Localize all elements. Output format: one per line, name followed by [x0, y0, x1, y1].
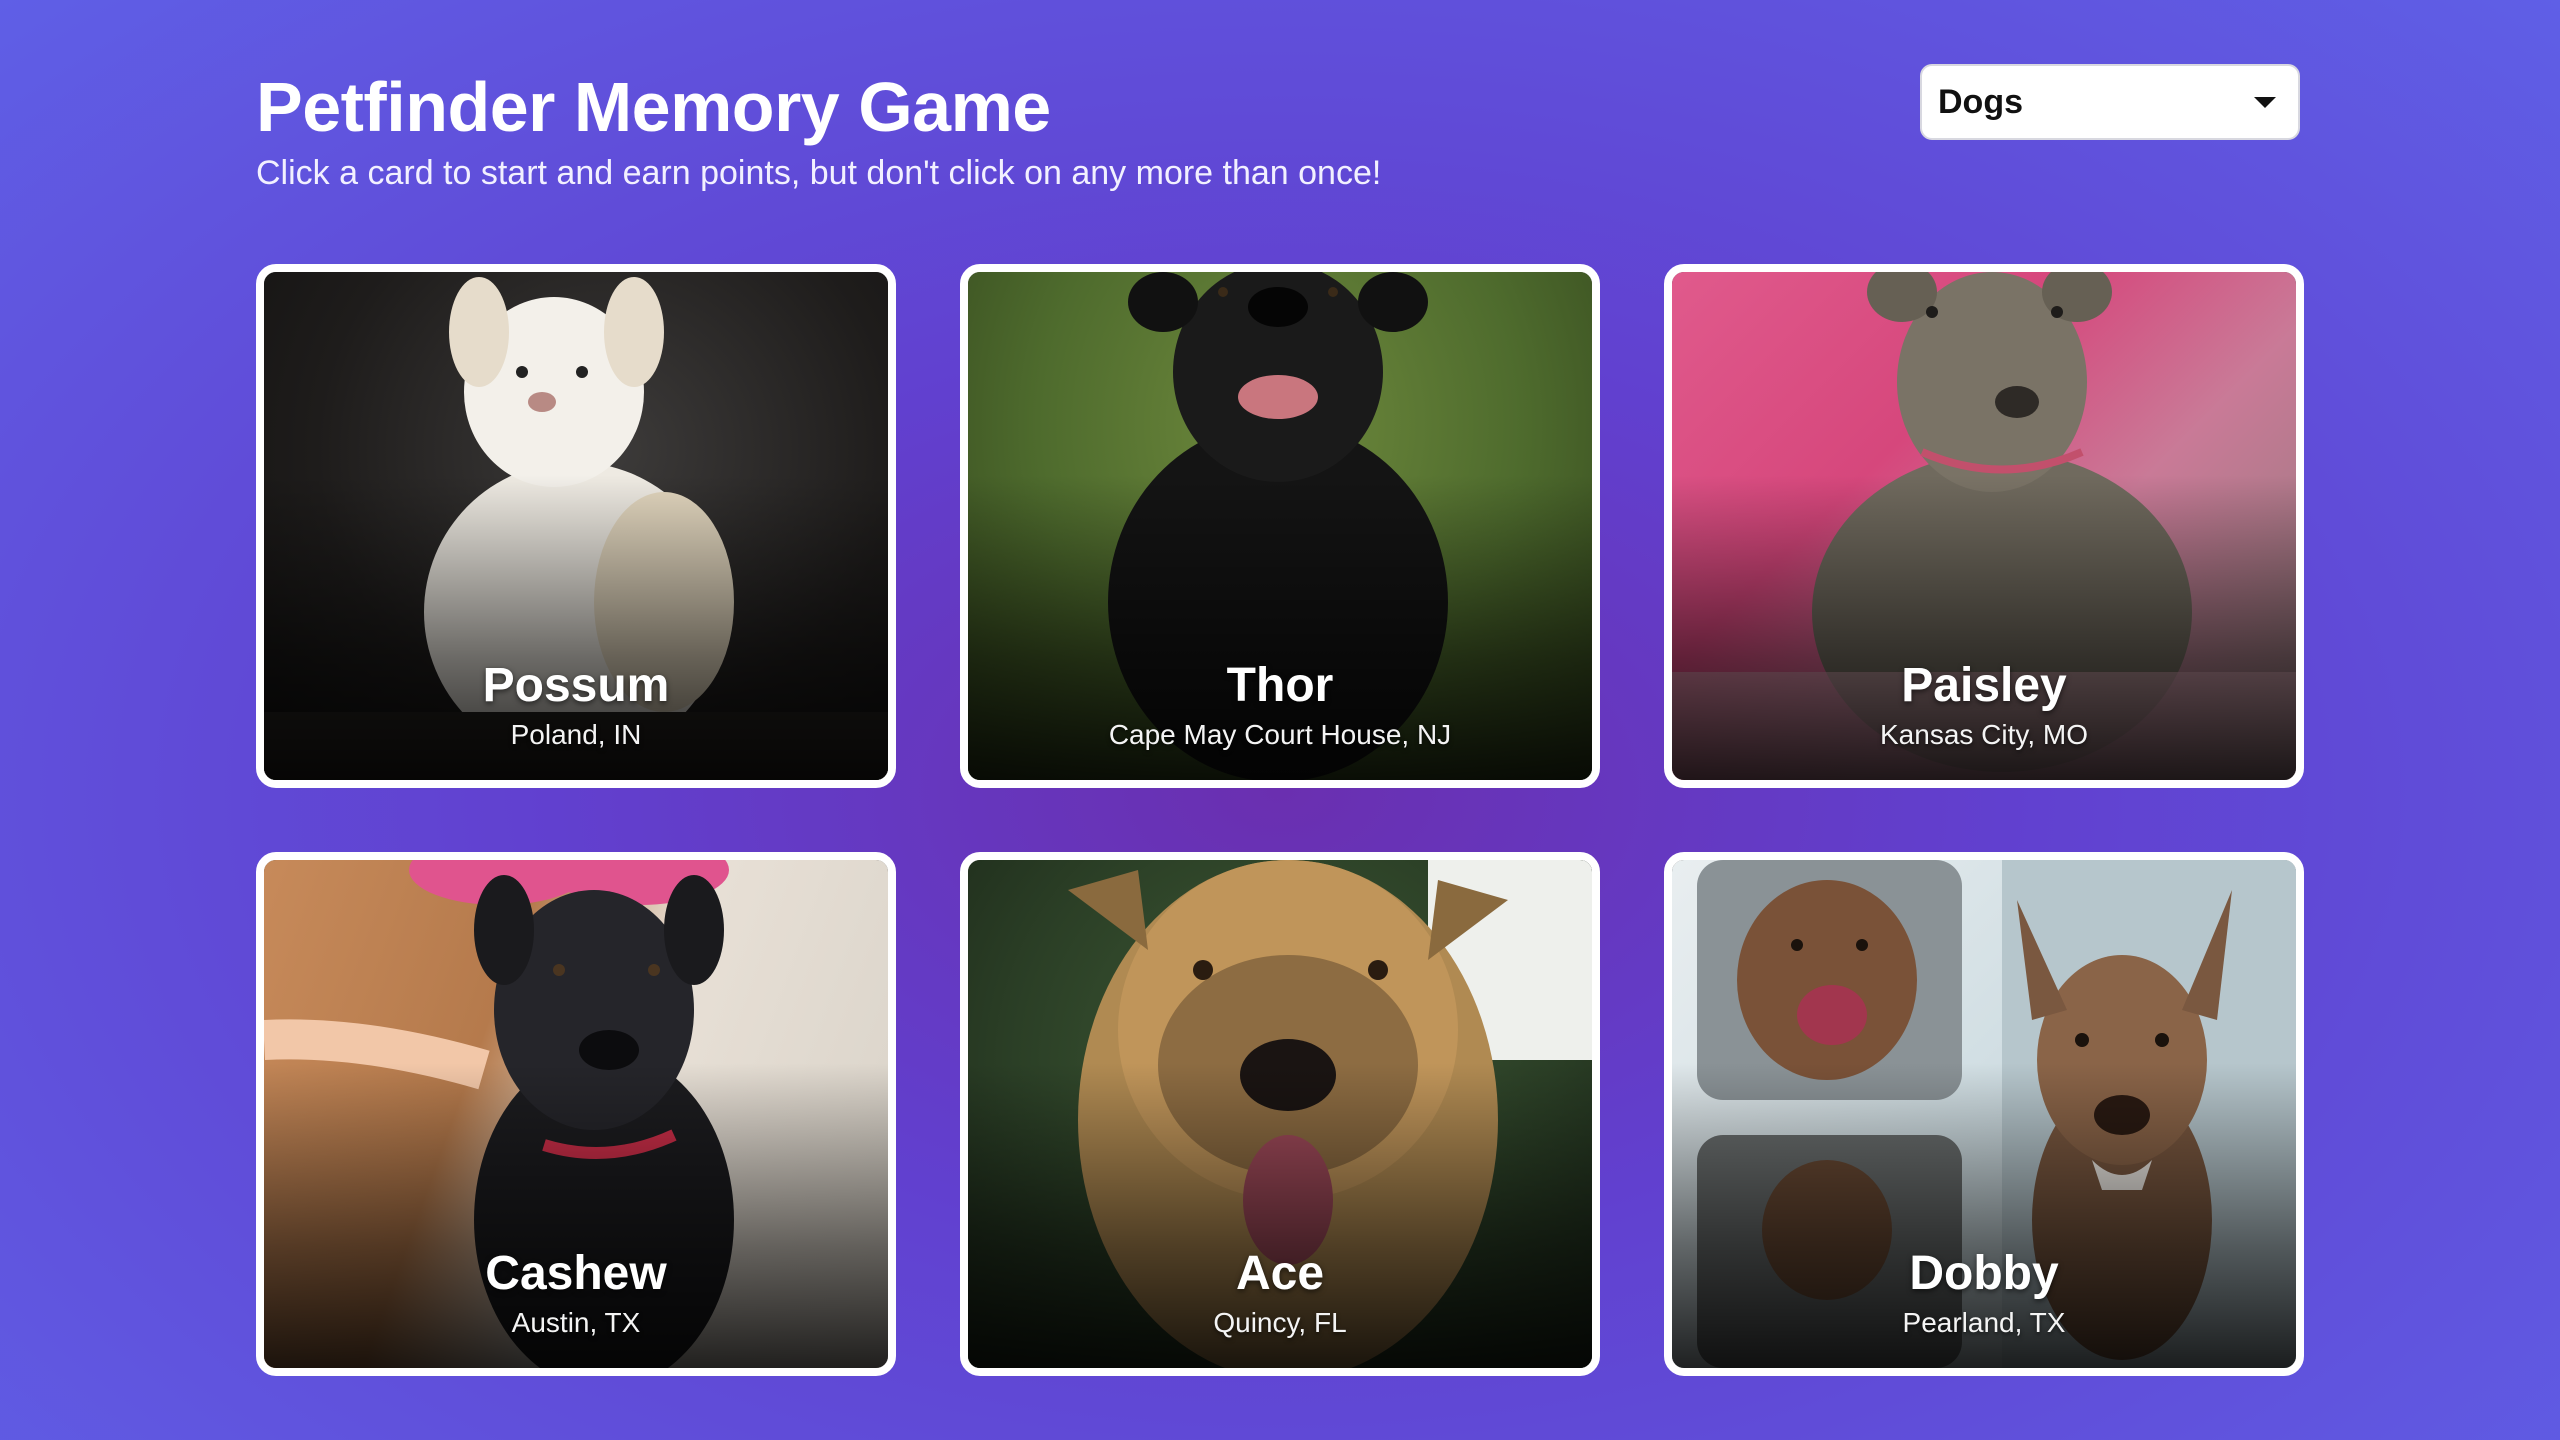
pet-location: Cape May Court House, NJ [1108, 719, 1452, 750]
card-grid: Possum Poland, IN Thor Cape May Court Ho… [256, 264, 2304, 1376]
pet-location: Quincy, FL [1213, 1307, 1347, 1338]
pet-card-thor[interactable]: Thor Cape May Court House, NJ [960, 264, 1600, 788]
pet-card-possum[interactable]: Possum Poland, IN [256, 264, 896, 788]
pet-card-dobby[interactable]: Dobby Pearland, TX [1664, 852, 2304, 1376]
pet-location: Kansas City, MO [1880, 719, 2088, 750]
page-subtitle: Click a card to start and earn points, b… [256, 154, 1382, 192]
pet-card-ace[interactable]: Ace Quincy, FL [960, 852, 1600, 1376]
page-container: Petfinder Memory Game Click a card to st… [256, 0, 2304, 1440]
pet-name: Paisley [1901, 659, 2067, 712]
pet-location: Austin, TX [511, 1307, 641, 1338]
pet-location: Pearland, TX [1902, 1307, 2066, 1338]
pet-name: Ace [1235, 1247, 1325, 1300]
pet-card-cashew[interactable]: Cashew Austin, TX [256, 852, 896, 1376]
page-title: Petfinder Memory Game [256, 68, 1051, 146]
chevron-down-icon [2254, 97, 2276, 108]
pet-name: Possum [482, 659, 670, 712]
header: Petfinder Memory Game Click a card to st… [256, 62, 2304, 212]
pet-location: Poland, IN [510, 719, 642, 750]
animal-type-selected-value: Dogs [1938, 83, 2023, 121]
pet-card-paisley[interactable]: Paisley Kansas City, MO [1664, 264, 2304, 788]
pet-name: Dobby [1909, 1247, 2059, 1300]
pet-name: Cashew [485, 1247, 667, 1300]
animal-type-select[interactable]: Dogs [1920, 64, 2300, 140]
pet-name: Thor [1226, 659, 1334, 712]
